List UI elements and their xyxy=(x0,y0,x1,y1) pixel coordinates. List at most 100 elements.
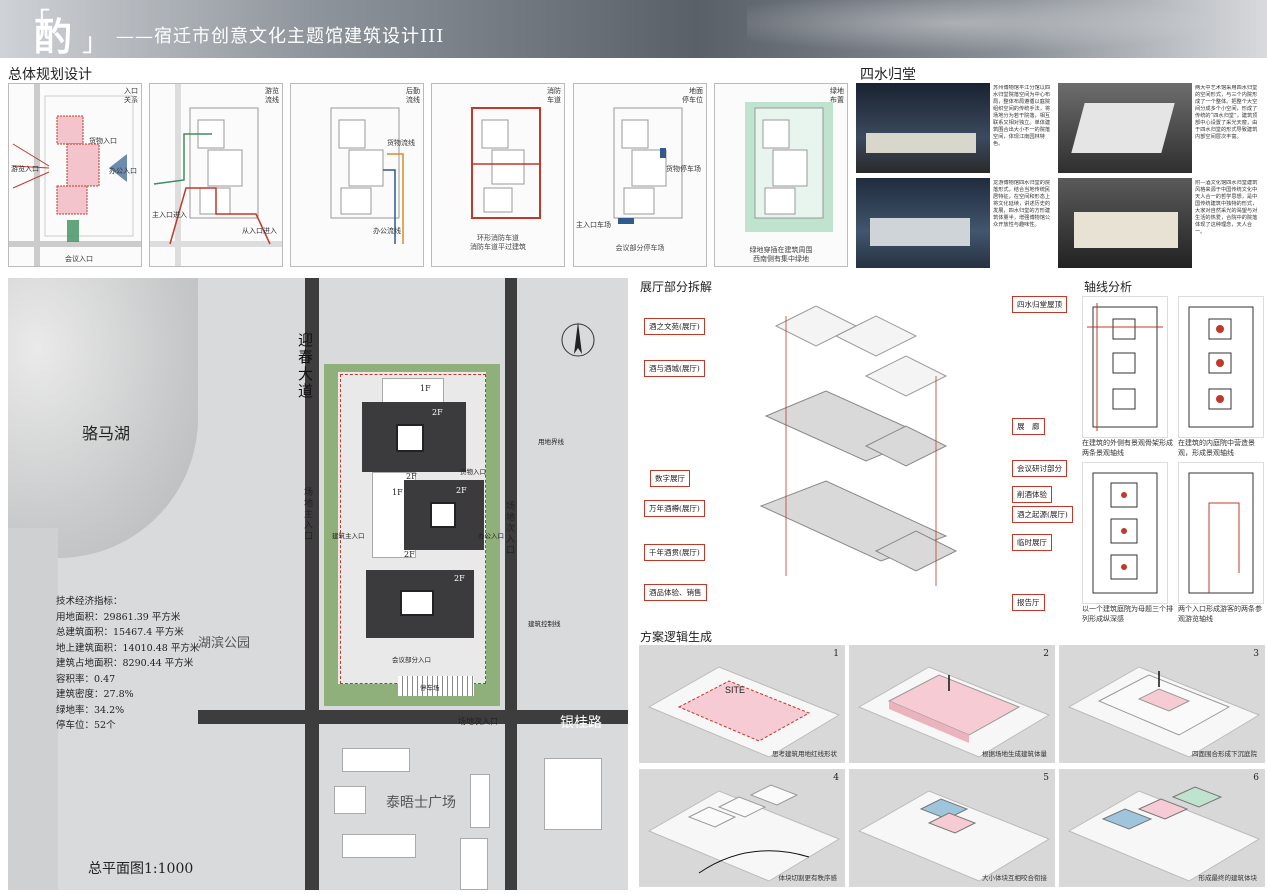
stat-line: 绿地率：34.2% xyxy=(56,704,125,716)
step-number: 2 xyxy=(1043,649,1049,659)
courtyard-north xyxy=(396,424,424,452)
lake-shore xyxy=(8,528,58,890)
road-east xyxy=(505,278,517,890)
logic-step-5: 5 大小体块互相咬合衔接 xyxy=(849,769,1055,887)
plaza-building xyxy=(460,838,488,890)
photo-wine-museum xyxy=(1058,178,1192,268)
step-number: 5 xyxy=(1043,773,1049,783)
north-arrow-icon xyxy=(561,322,595,357)
label-building-entry: 建筑主入口 xyxy=(332,532,365,540)
section-title-explode: 展厅部分拆解 xyxy=(640,280,713,294)
step-caption: 大小体块互相咬合衔接 xyxy=(982,874,1047,882)
explode-label: 酒之文苑(展厅) xyxy=(644,318,705,335)
courtyard-center xyxy=(430,502,456,528)
planning-diagram-service-flow: 后勤 流线 货物流线 办公流线 xyxy=(290,83,424,267)
label-office-entry: 办公入口 xyxy=(478,532,504,540)
axis-caption-2: 在建筑的内庭院中营造景观，形成景观轴线 xyxy=(1178,439,1255,457)
photo-building-shape xyxy=(1074,212,1178,248)
section-title-axis: 轴线分析 xyxy=(1084,280,1133,294)
plaza-building xyxy=(334,786,366,814)
label-parking: 停车场 xyxy=(420,684,440,692)
photo-building-shape xyxy=(870,218,970,246)
lake-area xyxy=(8,278,198,558)
step-svg xyxy=(857,666,1051,758)
step-svg xyxy=(647,666,841,758)
green-caption: 绿地穿插在建筑周围 西南侧有集中绿地 xyxy=(749,246,813,263)
step-number: 1 xyxy=(833,649,839,659)
photo-building-shape xyxy=(866,133,976,153)
planning-diagram-fire-lane: 消防 车道 环形消防车道 消防车道平过建筑 xyxy=(431,83,565,267)
site-text: SITE xyxy=(725,685,746,695)
axis-sketch-2 xyxy=(1178,296,1264,438)
step-caption: 四面围合形成下沉庭院 xyxy=(1192,750,1257,758)
courtyard-south xyxy=(400,590,434,616)
page-title: ——宿迁市创意文化主题馆建筑设计III xyxy=(116,26,445,47)
explode-label: 会议研讨部分 xyxy=(1012,460,1067,477)
explode-label: 万年酒樽(展厅) xyxy=(644,500,705,517)
explode-label: 酒品体验、销售 xyxy=(644,584,707,601)
plaza-building xyxy=(342,834,416,858)
label-plaza: 泰晤士广场 xyxy=(386,795,456,811)
tech-stats: 技术经济指标： 用地面积：29861.39 平方米 总建筑面积：15467.4 … xyxy=(56,594,199,734)
label-setback: 建筑控制线 xyxy=(528,620,561,628)
label-main-entry: 场地主入口 xyxy=(304,488,314,542)
site-plan: 骆马湖 迎春大道 银桂路 湖滨公园 泰晤士广场 总平面图1:1000 场地主入口… xyxy=(8,278,628,890)
label-meeting-entry: 会议入口 xyxy=(65,255,93,263)
label-road-yingui: 银桂路 xyxy=(560,715,602,731)
explode-label: 报告厅 xyxy=(1012,594,1045,611)
explode-label: 酒之起源(展厅) xyxy=(1012,506,1073,523)
label-floor: 1F xyxy=(420,384,431,393)
step-caption: 体块切割更有秩序感 xyxy=(778,874,838,882)
explode-label: 四水归堂屋顶 xyxy=(1012,296,1067,313)
axis-sketch-svg xyxy=(1092,472,1158,594)
stat-line: 地上建筑面积：14010.48 平方米 xyxy=(56,642,200,654)
axis-sketch-svg xyxy=(1087,303,1163,431)
label-floor: 2F xyxy=(454,574,465,583)
label-road-yingchun: 迎春大道 xyxy=(298,331,314,400)
planning-diagram-tour-flow: 游览 流线 主入口进入 从入口进入 xyxy=(149,83,283,267)
label-floor: 2F xyxy=(404,550,415,559)
photo-longyou-museum xyxy=(856,178,990,268)
logic-step-3: 3 四面围合形成下沉庭院 xyxy=(1059,645,1265,763)
label-plan-title: 总平面图1:1000 xyxy=(88,861,194,877)
label-floor: 2F xyxy=(406,472,417,481)
service-flow-svg xyxy=(330,107,404,244)
step-svg xyxy=(1067,666,1261,758)
section-title-planning: 总体规划设计 xyxy=(8,67,92,83)
text-art-museum: 两大中艺术馆采用四水归堂的空间形式，与三个内院形成了一个整体。把整个大空间分成多… xyxy=(1195,85,1258,140)
logic-step-4: 4 体块切割更有秩序感 xyxy=(639,769,845,887)
step-svg xyxy=(647,784,841,882)
label-cargo-flow: 货物流线 xyxy=(387,139,415,147)
photo-art-museum xyxy=(1058,83,1192,173)
label-side-entry-east: 场地次入口 xyxy=(506,502,516,556)
stat-line: 建筑密度：27.8% xyxy=(56,689,134,700)
step-number: 4 xyxy=(833,773,839,783)
explode-label: 数字展厅 xyxy=(650,470,690,487)
exploded-axonometric-svg xyxy=(759,305,958,586)
label-lake: 骆马湖 xyxy=(82,424,131,443)
explode-label: 千年酒贯(展厅) xyxy=(644,544,705,561)
ink-wash-texture xyxy=(747,0,1267,58)
section-title-logic: 方案逻辑生成 xyxy=(640,630,713,644)
step-svg xyxy=(1067,786,1261,882)
label-cargo-entry: 货物入口 xyxy=(460,468,486,476)
step-number: 3 xyxy=(1253,649,1259,659)
logic-step-1: 1 SITE 思考建筑用地红线形状 xyxy=(639,645,845,763)
planning-diagram-entrances: 入口 关系 货物入口 游览入口 办公入口 会议入口 xyxy=(8,83,142,267)
building-block-center xyxy=(404,480,484,550)
planning-diagram-parking: 地面 停车位 主入口车场 货物停车场 会议部分停车场 xyxy=(573,83,707,267)
explode-label: 展 廊 xyxy=(1012,418,1045,435)
label-cargo-entry: 货物入口 xyxy=(89,137,117,145)
step-caption: 根据场地生成建筑体量 xyxy=(982,750,1047,758)
label-main-parking: 主入口车场 xyxy=(576,221,611,229)
step-caption: 思考建筑用地红线形状 xyxy=(772,750,837,758)
label-floor: 1F xyxy=(392,488,403,497)
label-side-entry-south: 场地次入口 xyxy=(458,717,498,726)
stat-line: 容积率：0.47 xyxy=(56,673,116,685)
plaza-building xyxy=(470,774,490,828)
parking-svg xyxy=(613,107,683,224)
label-park: 湖滨公园 xyxy=(198,636,251,651)
axis-caption-4: 两个入口形成游客的两条参观游览轴线 xyxy=(1178,605,1262,623)
axis-caption-3: 以一个建筑庭院为母题三个排列形成纵深感 xyxy=(1082,605,1173,623)
text-suzhou-museum: 苏州博物馆平江分馆以四水归堂院落空间为中心布局，整体布局遵循以庭院组织空间的传统… xyxy=(993,85,1051,147)
